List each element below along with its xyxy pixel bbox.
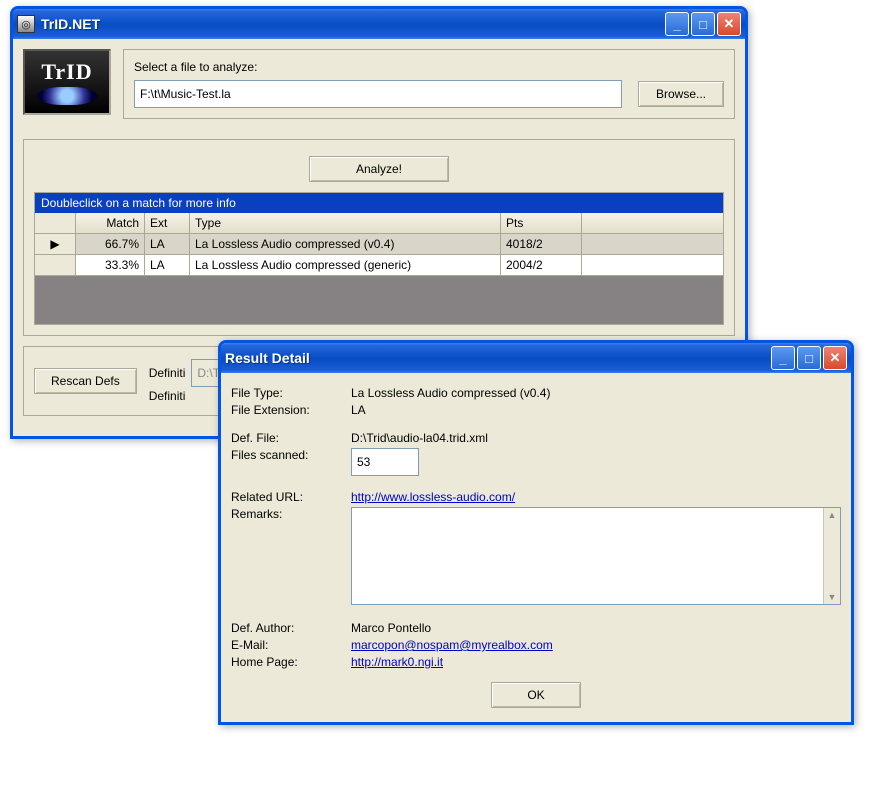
value-def-file: D:\Trid\audio-la04.trid.xml — [351, 431, 841, 445]
scroll-down-icon: ▼ — [828, 590, 837, 604]
close-icon[interactable]: ✕ — [717, 12, 741, 36]
results-grid[interactable]: Doubleclick on a match for more info Mat… — [34, 192, 724, 325]
ok-button[interactable]: OK — [491, 682, 581, 708]
close-icon[interactable]: ✕ — [823, 346, 847, 370]
col-pts[interactable]: Pts — [501, 213, 582, 233]
browse-button[interactable]: Browse... — [638, 81, 724, 107]
app-icon — [17, 15, 35, 33]
label-related-url: Related URL: — [231, 490, 351, 504]
remarks-textarea[interactable]: ▲▼ — [351, 507, 841, 605]
rescan-defs-button[interactable]: Rescan Defs — [34, 368, 137, 394]
analyze-button[interactable]: Analyze! — [309, 156, 449, 182]
label-def-file: Def. File: — [231, 431, 351, 445]
def-count-label: Definiti — [149, 389, 186, 403]
row-marker-icon — [35, 255, 76, 276]
file-path-input[interactable] — [134, 80, 622, 108]
file-select-group: Select a file to analyze: Browse... — [123, 49, 735, 119]
select-file-label: Select a file to analyze: — [134, 60, 724, 74]
home-page-link[interactable]: http://mark0.ngi.it — [351, 655, 443, 669]
row-marker-icon: ▶ — [35, 234, 76, 255]
related-url-link[interactable]: http://www.lossless-audio.com/ — [351, 490, 515, 504]
value-def-author: Marco Pontello — [351, 621, 841, 635]
maximize-icon[interactable]: □ — [797, 346, 821, 370]
main-titlebar[interactable]: TrID.NET _ □ ✕ — [13, 9, 745, 39]
dialog-titlebar[interactable]: Result Detail _ □ ✕ — [221, 343, 851, 373]
minimize-icon[interactable]: _ — [665, 12, 689, 36]
label-def-author: Def. Author: — [231, 621, 351, 635]
value-file-ext: LA — [351, 403, 841, 417]
label-email: E-Mail: — [231, 638, 351, 652]
def-path-label: Definiti — [149, 366, 186, 380]
dialog-title: Result Detail — [225, 350, 771, 366]
maximize-icon[interactable]: □ — [691, 12, 715, 36]
app-logo: TrID — [23, 49, 111, 115]
main-title: TrID.NET — [41, 16, 665, 32]
label-remarks: Remarks: — [231, 507, 351, 521]
value-files-scanned — [351, 448, 419, 476]
grid-columns: Match Ext Type Pts — [35, 213, 723, 234]
email-link[interactable]: marcopon@nospam@myrealbox.com — [351, 638, 553, 652]
table-row[interactable]: 33.3% LA La Lossless Audio compressed (g… — [35, 255, 723, 276]
result-detail-dialog: Result Detail _ □ ✕ File Type: La Lossle… — [218, 340, 854, 725]
label-files-scanned: Files scanned: — [231, 448, 351, 462]
col-match[interactable]: Match — [76, 213, 145, 233]
grid-hint: Doubleclick on a match for more info — [35, 193, 723, 213]
label-file-type: File Type: — [231, 386, 351, 400]
value-file-type: La Lossless Audio compressed (v0.4) — [351, 386, 841, 400]
scrollbar[interactable]: ▲▼ — [823, 508, 840, 604]
minimize-icon[interactable]: _ — [771, 346, 795, 370]
col-type[interactable]: Type — [190, 213, 501, 233]
table-row[interactable]: ▶ 66.7% LA La Lossless Audio compressed … — [35, 234, 723, 255]
label-file-ext: File Extension: — [231, 403, 351, 417]
scroll-up-icon: ▲ — [828, 508, 837, 522]
label-home-page: Home Page: — [231, 655, 351, 669]
col-ext[interactable]: Ext — [145, 213, 190, 233]
